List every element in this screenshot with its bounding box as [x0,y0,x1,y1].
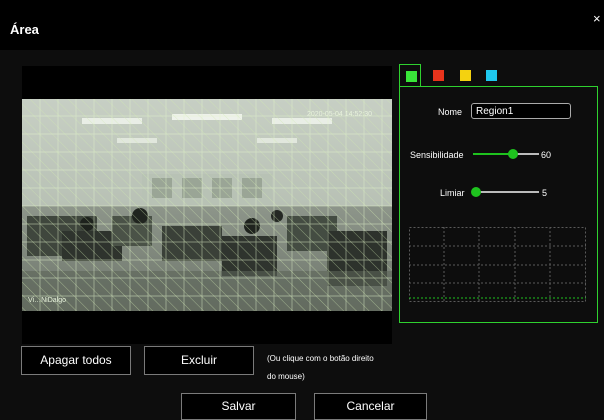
motion-level-graph [409,227,586,302]
region-4-swatch [486,70,497,81]
camera-scene: 2020-05-04 14:52:30 Vi…NiDalgo [22,99,392,311]
threshold-slider[interactable] [471,186,539,198]
tab-region-1[interactable] [399,64,421,86]
camera-name-overlay: Vi…NiDalgo [28,297,66,304]
tab-region-3[interactable] [454,64,476,86]
tab-region-4[interactable] [480,64,502,86]
delete-button[interactable]: Excluir [144,346,254,375]
threshold-thumb[interactable] [471,187,482,197]
area-dialog: Área × 2020-05-04 14:52:30 Vi…NiDalgo No… [0,0,604,420]
dialog-title: Área [10,22,39,37]
threshold-value: 5 [542,188,548,198]
threshold-track [473,191,539,193]
sensitivity-fill [473,153,513,155]
region-3-swatch [460,70,471,81]
region-1-swatch [406,71,417,82]
save-button[interactable]: Salvar [181,393,296,420]
sensitivity-thumb[interactable] [507,149,518,159]
region-settings-panel: Nome Sensibilidade 60 Limiar 5 [399,86,598,323]
sensitivity-label: Sensibilidade [410,150,464,160]
name-label: Nome [438,107,463,117]
cancel-button[interactable]: Cancelar [314,393,427,420]
region-name-input[interactable] [471,103,571,119]
title-bar: Área × [0,0,604,50]
sensitivity-slider[interactable] [473,148,539,160]
video-preview[interactable]: 2020-05-04 14:52:30 Vi…NiDalgo [22,66,392,344]
hint-line-2: do mouse) [267,372,305,381]
hint-line-1: (Ou clique com o botão direito [267,354,374,363]
close-icon[interactable]: × [593,12,601,25]
tab-region-2[interactable] [427,64,449,86]
sensitivity-value: 60 [541,150,552,160]
region-2-swatch [433,70,444,81]
threshold-label: Limiar [440,188,465,198]
clear-all-button[interactable]: Apagar todos [21,346,131,375]
timestamp-overlay: 2020-05-04 14:52:30 [307,111,372,118]
right-click-hint: (Ou clique com o botão direito do mouse) [267,350,397,386]
region-tabs [399,64,519,86]
